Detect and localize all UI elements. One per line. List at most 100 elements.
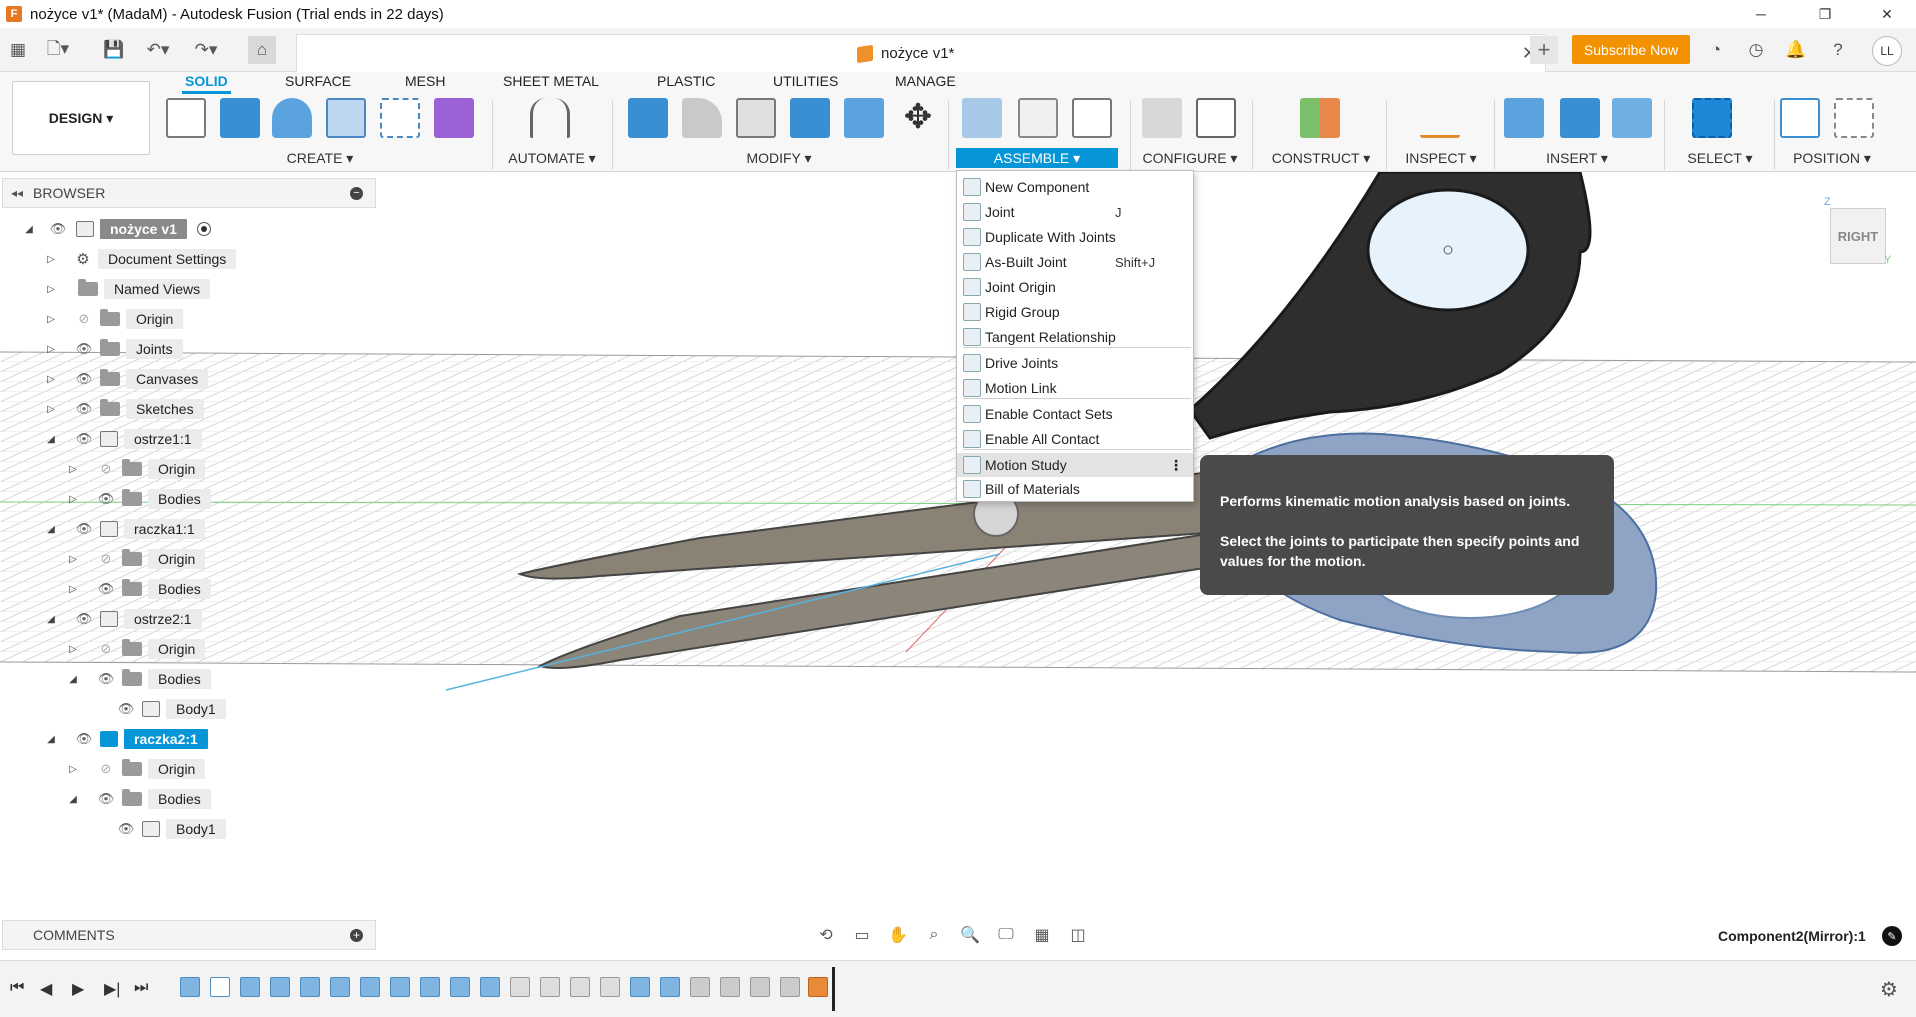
document-tab[interactable]: nożyce v1* ✕ — [296, 34, 1546, 72]
notifications-bell-icon[interactable]: 🔔 — [1782, 36, 1810, 64]
timeline-settings-gear-icon[interactable]: ⚙ — [1880, 977, 1898, 1002]
menu-item-motion-link[interactable]: Motion Link — [957, 376, 1193, 400]
timeline-feature[interactable] — [360, 977, 380, 997]
selection-filter-icon[interactable]: ✎ — [1882, 926, 1902, 946]
subscribe-button[interactable]: Subscribe Now — [1572, 35, 1690, 64]
undo-icon[interactable]: ↶▾ — [144, 36, 172, 64]
step-back-icon[interactable]: ◀ — [40, 979, 52, 999]
viewports-icon[interactable]: ◫ — [1064, 924, 1092, 946]
expand-triangle-icon[interactable]: ▷ — [44, 342, 58, 356]
timeline-feature[interactable] — [720, 977, 740, 997]
tree-root[interactable]: ◢ 👁 nożyce v1 — [22, 217, 211, 241]
tab-mesh[interactable]: MESH — [402, 73, 448, 89]
play-icon[interactable]: ▶ — [72, 979, 84, 999]
visibility-eye-icon[interactable]: 👁 — [74, 401, 94, 416]
timeline-feature[interactable] — [750, 977, 770, 997]
configure-menu[interactable]: CONFIGURE ▾ — [1140, 148, 1240, 168]
expand-triangle-icon[interactable]: ▷ — [44, 312, 58, 326]
avatar[interactable]: LL — [1872, 36, 1902, 66]
expand-triangle-icon[interactable]: ▷ — [44, 282, 58, 296]
tree-item-ostrze2-bodies[interactable]: ◢ 👁 Bodies — [66, 667, 211, 691]
timeline-feature[interactable] — [270, 977, 290, 997]
pan-icon[interactable]: ✋ — [884, 924, 912, 946]
extensions-icon[interactable]: ◔ — [1702, 36, 1730, 64]
measure-icon[interactable] — [1420, 98, 1460, 138]
visibility-eye-icon[interactable]: 👁 — [74, 611, 94, 626]
close-window-button[interactable]: ✕ — [1864, 0, 1910, 28]
combine-icon[interactable] — [790, 98, 830, 138]
timeline-feature[interactable] — [480, 977, 500, 997]
position-menu[interactable]: POSITION ▾ — [1780, 148, 1884, 168]
visibility-eye-icon[interactable]: 👁 — [74, 521, 94, 536]
grid-settings-icon[interactable]: ▦ — [1028, 924, 1056, 946]
extrude-icon[interactable] — [220, 98, 260, 138]
restore-button[interactable]: ❐ — [1802, 0, 1848, 28]
modify-menu[interactable]: MODIFY ▾ — [734, 148, 824, 168]
tab-utilities[interactable]: UTILITIES — [770, 73, 841, 89]
create-sketch-icon[interactable] — [166, 98, 206, 138]
timeline-feature[interactable] — [210, 977, 230, 997]
tree-item-ostrze2-origin[interactable]: ▷ ⊘ Origin — [66, 637, 206, 661]
press-pull-icon[interactable] — [628, 98, 668, 138]
collapse-triangle-icon[interactable]: ◢ — [44, 612, 58, 626]
minimize-button[interactable]: ─ — [1738, 0, 1784, 28]
collapse-triangle-icon[interactable]: ◢ — [22, 222, 36, 236]
automate-menu[interactable]: AUTOMATE ▾ — [500, 148, 604, 168]
tab-surface[interactable]: SURFACE — [282, 73, 354, 89]
timeline-feature[interactable] — [570, 977, 590, 997]
help-icon[interactable]: ? — [1824, 36, 1852, 64]
menu-item-drive-joints[interactable]: Drive Joints — [957, 351, 1193, 375]
visibility-eye-icon[interactable]: 👁 — [74, 341, 94, 356]
tree-item-ostrze1-bodies[interactable]: ▷ 👁 Bodies — [66, 487, 211, 511]
save-icon[interactable]: 💾 — [100, 36, 128, 64]
expand-triangle-icon[interactable]: ▷ — [66, 552, 80, 566]
create-menu[interactable]: CREATE ▾ — [270, 148, 370, 168]
select-menu[interactable]: SELECT ▾ — [1672, 148, 1768, 168]
zoom-icon[interactable]: ⌕ — [920, 924, 948, 946]
visibility-eye-icon[interactable]: 👁 — [96, 581, 116, 596]
construct-plane-icon[interactable] — [1300, 98, 1340, 138]
collapse-browser-icon[interactable]: ◂◂ — [11, 186, 23, 200]
pattern-icon[interactable] — [380, 98, 420, 138]
menu-item-duplicate-with-joints[interactable]: Duplicate With Joints — [957, 225, 1193, 249]
timeline-feature[interactable] — [630, 977, 650, 997]
shell-icon[interactable] — [736, 98, 776, 138]
insert-menu[interactable]: INSERT ▾ — [1530, 148, 1624, 168]
expand-triangle-icon[interactable]: ▷ — [66, 642, 80, 656]
tab-manage[interactable]: MANAGE — [892, 73, 959, 89]
hole-icon[interactable] — [326, 98, 366, 138]
minimize-browser-button[interactable]: − — [350, 187, 363, 200]
tab-solid[interactable]: SOLID — [182, 73, 231, 94]
timeline-feature[interactable] — [180, 977, 200, 997]
collapse-triangle-icon[interactable]: ◢ — [44, 732, 58, 746]
tree-item-raczka2-body1[interactable]: 👁 Body1 — [116, 817, 226, 841]
joint-icon[interactable] — [1018, 98, 1058, 138]
menu-item-as-built-joint[interactable]: As-Built Joint Shift+J — [957, 250, 1193, 274]
tree-item-ostrze1[interactable]: ◢ 👁 ostrze1:1 — [44, 427, 202, 451]
timeline-feature[interactable] — [600, 977, 620, 997]
timeline-feature[interactable] — [540, 977, 560, 997]
visibility-eye-icon[interactable]: 👁 — [74, 731, 94, 746]
expand-triangle-icon[interactable]: ▷ — [66, 492, 80, 506]
tree-item-raczka2[interactable]: ◢ 👁 raczka2:1 — [44, 727, 208, 751]
hidden-eye-icon[interactable]: ⊘ — [96, 461, 116, 476]
go-to-start-icon[interactable]: ⏮ — [10, 979, 24, 997]
tree-item-sketches[interactable]: ▷ 👁 Sketches — [44, 397, 204, 421]
menu-item-joint[interactable]: Joint J — [957, 200, 1193, 224]
orbit-icon[interactable]: ⟲ — [812, 924, 840, 946]
timeline-feature[interactable] — [420, 977, 440, 997]
timeline-feature[interactable] — [690, 977, 710, 997]
timeline-feature[interactable] — [780, 977, 800, 997]
collapse-triangle-icon[interactable]: ◢ — [66, 792, 80, 806]
construct-menu[interactable]: CONSTRUCT ▾ — [1268, 148, 1374, 168]
tree-item-named-views[interactable]: ▷ Named Views — [44, 277, 211, 301]
expand-triangle-icon[interactable]: ▷ — [44, 402, 58, 416]
insert-mcmaster-icon[interactable] — [1560, 98, 1600, 138]
workspace-switcher[interactable]: DESIGN ▾ — [12, 81, 150, 155]
tree-item-raczka1-origin[interactable]: ▷ ⊘ Origin — [66, 547, 206, 571]
visibility-eye-icon[interactable]: 👁 — [74, 431, 94, 446]
active-component-radio[interactable] — [196, 222, 211, 236]
tree-item-ostrze2-body1[interactable]: 👁 Body1 — [116, 697, 226, 721]
fit-icon[interactable]: 🔍 — [956, 924, 984, 946]
inspect-menu[interactable]: INSPECT ▾ — [1396, 148, 1486, 168]
